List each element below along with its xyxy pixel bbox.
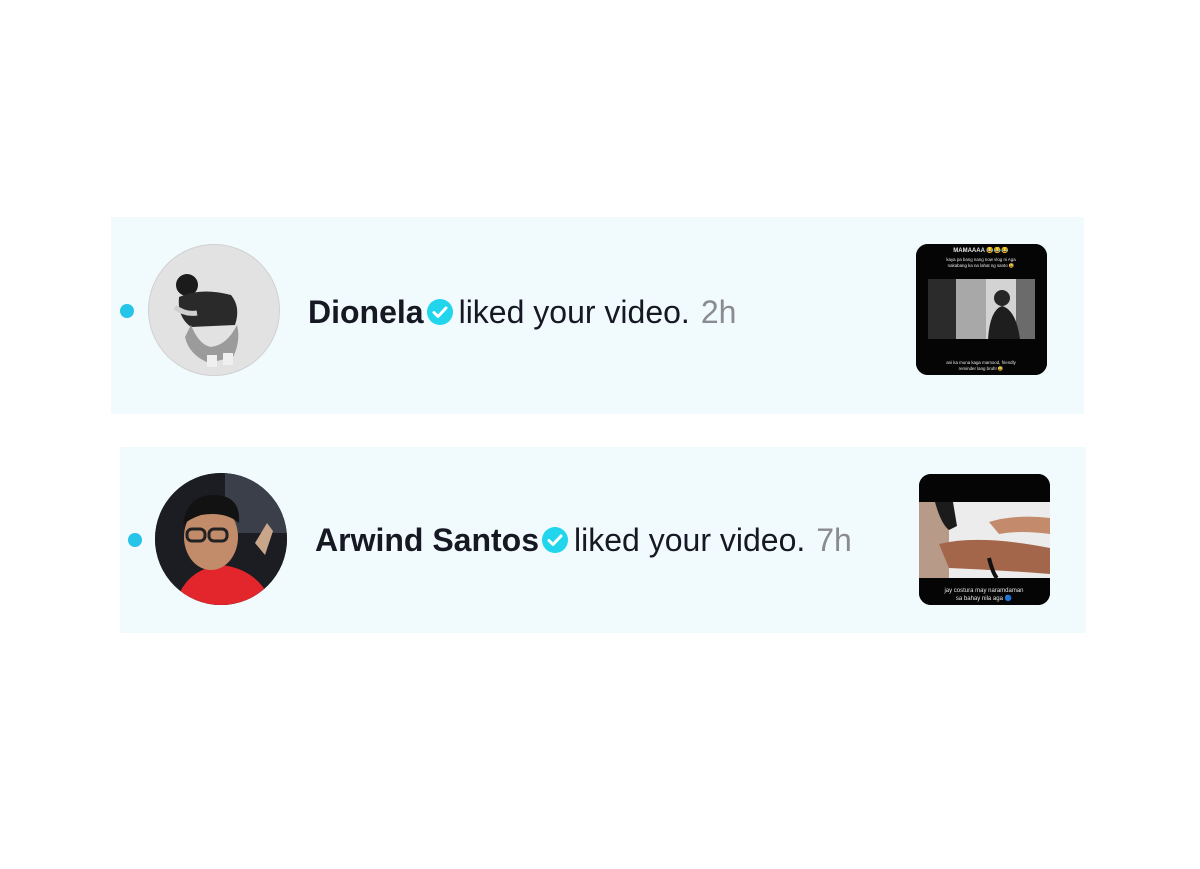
- thumb-caption: MAMAAAA 😂😂😂: [953, 246, 1009, 254]
- thumb-caption: nakabang ka na lahat ng santo 😅: [948, 263, 1015, 268]
- avatar[interactable]: [155, 473, 287, 605]
- thumb-caption: sa bahay nila aga 🔵: [956, 594, 1013, 602]
- thumb-caption: kaya pa bang nang now vlog ni Aga: [946, 257, 1016, 262]
- video-thumbnail[interactable]: jay costura may naramdaman sa bahay nila…: [919, 474, 1050, 605]
- timestamp: 7h: [816, 521, 852, 558]
- notification-text: Dionela liked your video. 2h: [308, 289, 736, 335]
- avatar-photo: [149, 245, 279, 375]
- avatar[interactable]: [148, 244, 280, 376]
- avatar-photo: [155, 473, 287, 605]
- notification-text: Arwind Santos liked your video. 7h: [315, 517, 852, 563]
- verified-badge-icon: [426, 299, 453, 325]
- action-text: liked your video.: [574, 521, 806, 558]
- thumb-caption: reminder lang bruh! 😅: [959, 366, 1004, 371]
- video-preview: MAMAAAA 😂😂😂 kaya pa bang nang now vlog n…: [916, 244, 1047, 375]
- unread-indicator: [128, 533, 142, 547]
- notification-item[interactable]: Dionela liked your video. 2h MAMAAAA 😂😂😂…: [111, 217, 1084, 414]
- video-preview: jay costura may naramdaman sa bahay nila…: [919, 474, 1050, 605]
- thumb-caption: ani ka muna kaga mamood, friendly: [946, 360, 1016, 365]
- notification-item[interactable]: Arwind Santos liked your video. 7h jay c…: [120, 447, 1086, 633]
- verified-badge-icon: [542, 527, 569, 553]
- unread-indicator: [120, 304, 134, 318]
- timestamp: 2h: [700, 293, 737, 330]
- username[interactable]: Dionela: [308, 294, 424, 331]
- username[interactable]: Arwind Santos: [315, 522, 539, 559]
- thumb-caption: jay costura may naramdaman: [943, 588, 1023, 594]
- action-text: liked your video.: [458, 293, 690, 330]
- video-thumbnail[interactable]: MAMAAAA 😂😂😂 kaya pa bang nang now vlog n…: [916, 244, 1047, 375]
